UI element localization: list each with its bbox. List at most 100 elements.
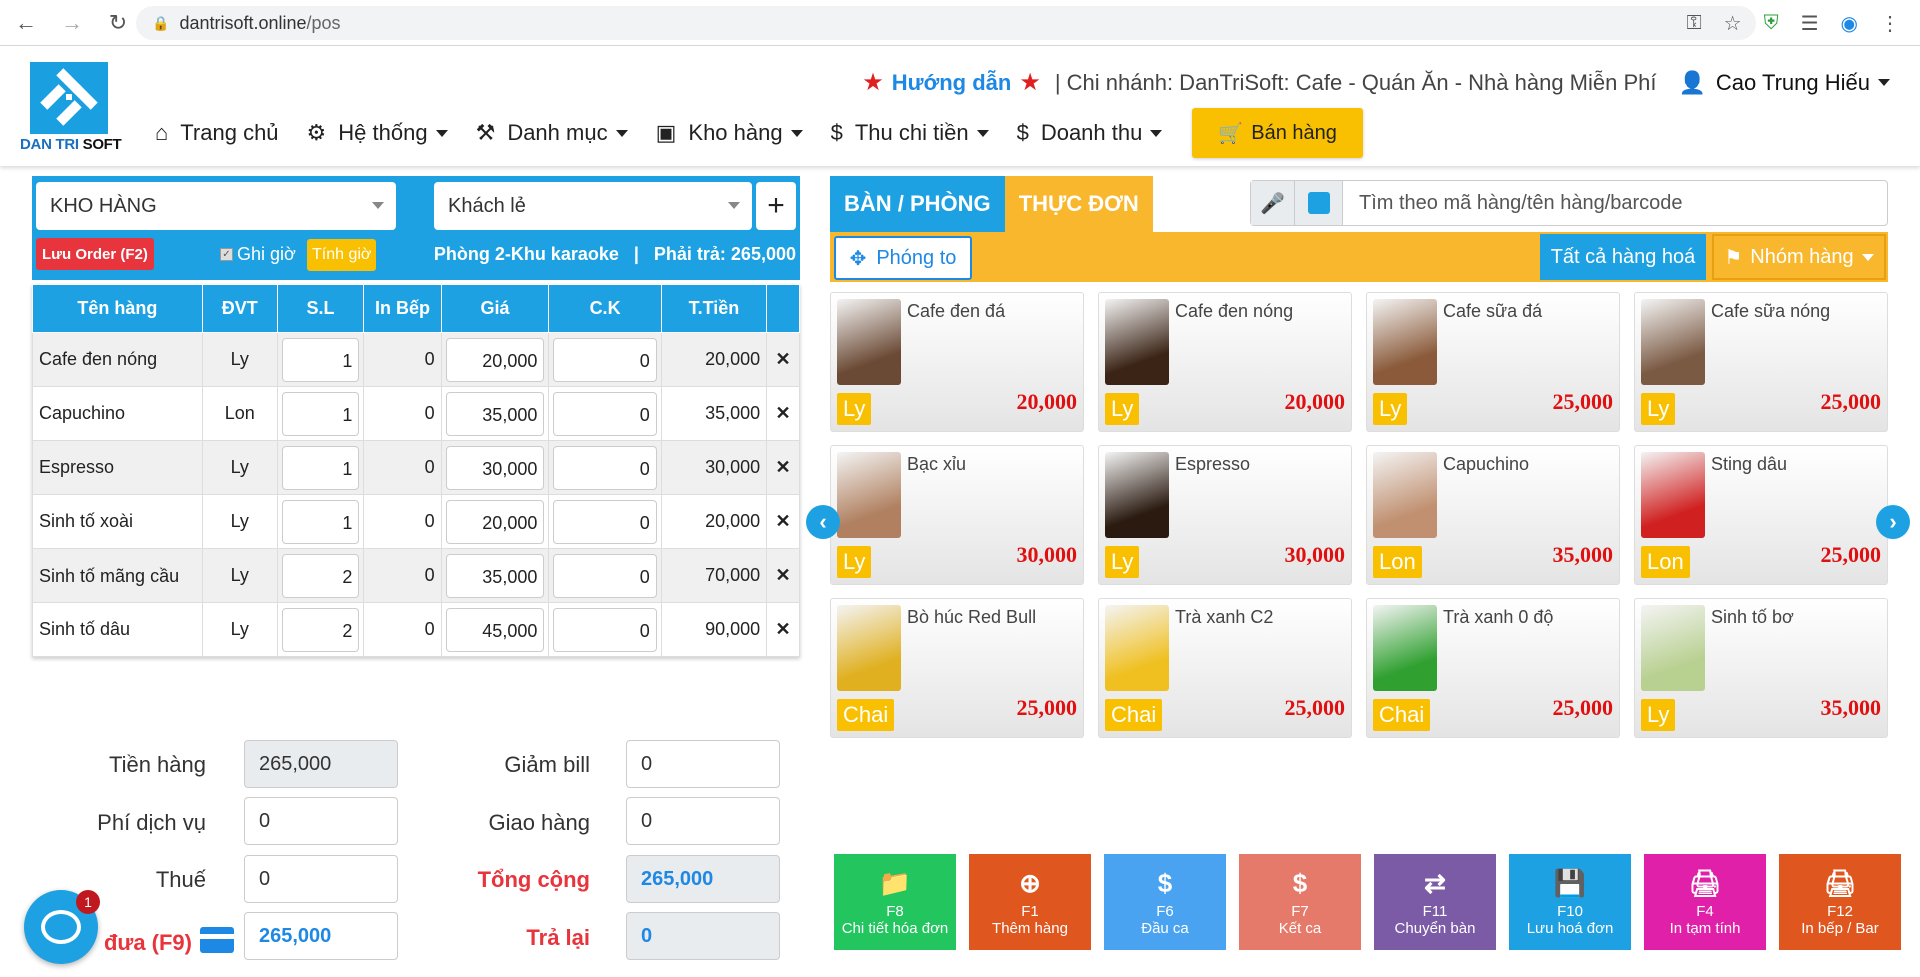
bill-discount-field[interactable]: 0: [626, 740, 780, 788]
product-name: Cafe đen đá: [907, 301, 1006, 321]
fkey-f8-button[interactable]: 📁 F8 Chi tiết hóa đơn: [834, 854, 956, 950]
bookmark-star-icon[interactable]: ☆: [1724, 11, 1742, 36]
item-kitchen: 0: [363, 494, 442, 549]
product-card[interactable]: Trà xanh 0 độ Chai 25,000: [1366, 598, 1620, 738]
qty-input[interactable]: 1: [281, 391, 360, 436]
calc-time-button[interactable]: Tính giờ: [307, 239, 377, 271]
product-card[interactable]: Bò húc Red Bull Chai 25,000: [830, 598, 1084, 738]
product-card[interactable]: Cafe sữa đá Ly 25,000: [1366, 292, 1620, 432]
delete-icon[interactable]: ✕: [766, 386, 800, 441]
tax-field[interactable]: 0: [244, 855, 398, 903]
tab-tables[interactable]: BÀN / PHÒNG: [830, 176, 1005, 232]
price-input[interactable]: 30,000: [445, 445, 545, 490]
delete-icon[interactable]: ✕: [766, 494, 800, 549]
logo[interactable]: DAN TRI SOFT: [20, 62, 122, 153]
product-card[interactable]: Cafe đen đá Ly 20,000: [830, 292, 1084, 432]
fkey-f11-button[interactable]: ⇄ F11 Chuyển bàn: [1374, 854, 1496, 950]
table-row: Sinh tố dâu Ly 2 0 45,000 0 90,000 ✕: [32, 602, 800, 657]
tab-menu[interactable]: THỰC ĐƠN: [1004, 176, 1153, 232]
key-icon[interactable]: ⚿: [1686, 12, 1701, 35]
fkey-f7-button[interactable]: $ F7 Kết ca: [1239, 854, 1361, 950]
price-input[interactable]: 45,000: [445, 607, 545, 652]
product-card[interactable]: Trà xanh C2 Chai 25,000: [1098, 598, 1352, 738]
price-input[interactable]: 35,000: [445, 553, 545, 598]
grand-total-field: 265,000: [626, 855, 780, 903]
nav-revenue[interactable]: $ Doanh thu: [1017, 120, 1163, 146]
product-grid: Cafe đen đá Ly 20,000 Cafe đen nóng Ly 20,000…: [830, 292, 1890, 740]
fkey-f12-button[interactable]: 🖨 F12 In bếp / Bar: [1779, 854, 1901, 950]
extensions-icon[interactable]: ☰: [1801, 11, 1819, 36]
item-unit: Ly: [201, 602, 278, 657]
add-customer-button[interactable]: +: [756, 182, 796, 230]
product-card[interactable]: Cafe sữa nóng Ly 25,000: [1634, 292, 1888, 432]
qty-input[interactable]: 1: [281, 337, 360, 382]
price-input[interactable]: 35,000: [445, 391, 545, 436]
all-items-button[interactable]: Tất cả hàng hoá: [1540, 234, 1706, 280]
nav-warehouse[interactable]: ▣ Kho hàng: [656, 120, 803, 146]
customer-select[interactable]: Khách lẻ: [434, 182, 752, 230]
log-time-checkbox[interactable]: ✓ Ghi giờ: [220, 244, 296, 265]
discount-input[interactable]: 0: [553, 553, 657, 598]
barcode-toggle[interactable]: [1295, 181, 1343, 225]
search-input[interactable]: Tìm theo mã hàng/tên hàng/barcode: [1343, 192, 1683, 215]
fkey-f10-button[interactable]: 💾 F10 Lưu hoá đơn: [1509, 854, 1631, 950]
prev-page-icon[interactable]: ‹: [806, 505, 840, 539]
product-card[interactable]: Espresso Ly 30,000: [1098, 445, 1352, 585]
qty-input[interactable]: 2: [281, 607, 360, 652]
nav-home[interactable]: ⌂ Trang chủ: [155, 120, 279, 146]
price-input[interactable]: 20,000: [445, 337, 545, 382]
credit-card-icon[interactable]: [200, 927, 234, 953]
branch-info: | Chi nhánh: DanTriSoft: Cafe - Quán Ăn …: [1054, 69, 1657, 95]
save-order-button[interactable]: Lưu Order (F2): [36, 238, 154, 270]
delete-icon[interactable]: ✕: [766, 548, 800, 603]
forward-icon[interactable]: →: [52, 3, 92, 43]
product-card[interactable]: Cafe đen nóng Ly 20,000: [1098, 292, 1352, 432]
tag-icon: ⚑: [1724, 246, 1743, 269]
zoom-button[interactable]: ✥ Phóng to: [834, 236, 972, 280]
shield-extension-icon[interactable]: ⛨: [1764, 12, 1779, 35]
item-unit: Ly: [201, 548, 278, 603]
discount-input[interactable]: 0: [553, 607, 657, 652]
product-group-button[interactable]: ⚑ Nhóm hàng: [1712, 234, 1886, 280]
menu-icon[interactable]: ⋮: [1880, 11, 1900, 36]
microphone-icon[interactable]: 🎤: [1251, 181, 1295, 225]
discount-input[interactable]: 0: [553, 337, 657, 382]
reload-icon[interactable]: ↻: [98, 3, 138, 43]
delete-icon[interactable]: ✕: [766, 440, 800, 495]
product-card[interactable]: Sting dâu Lon 25,000: [1634, 445, 1888, 585]
qty-input[interactable]: 2: [281, 553, 360, 598]
profile-icon[interactable]: ◉: [1841, 11, 1858, 36]
discount-input[interactable]: 0: [553, 499, 657, 544]
fkey-f6-button[interactable]: $ F6 Đầu ca: [1104, 854, 1226, 950]
product-unit: Ly: [1105, 546, 1140, 578]
back-icon[interactable]: ←: [6, 3, 46, 43]
guide-link[interactable]: Hướng dẫn: [892, 70, 1012, 96]
next-page-icon[interactable]: ›: [1876, 505, 1910, 539]
warehouse-select[interactable]: KHO HÀNG: [36, 182, 396, 230]
qty-input[interactable]: 1: [281, 499, 360, 544]
qty-input[interactable]: 1: [281, 445, 360, 490]
delete-icon[interactable]: ✕: [766, 332, 800, 387]
nav-system[interactable]: ⚙ Hệ thống: [307, 120, 448, 146]
discount-input[interactable]: 0: [553, 445, 657, 490]
fkey-f1-button[interactable]: ⊕ F1 Thêm hàng: [969, 854, 1091, 950]
nav-cashflow[interactable]: $ Thu chi tiền: [831, 120, 989, 146]
delivery-field[interactable]: 0: [626, 797, 780, 845]
delete-icon[interactable]: ✕: [766, 602, 800, 657]
product-name: Trà xanh 0 độ: [1443, 607, 1554, 627]
price-input[interactable]: 20,000: [445, 499, 545, 544]
main-nav: ⌂ Trang chủ ⚙ Hệ thống ⚒ Danh mục ▣ Kho hàng…: [155, 108, 1363, 158]
product-card[interactable]: Capuchino Lon 35,000: [1366, 445, 1620, 585]
product-card[interactable]: Sinh tố bơ Ly 35,000: [1634, 598, 1888, 738]
discount-input[interactable]: 0: [553, 391, 657, 436]
item-name: Espresso: [32, 440, 203, 495]
sell-button[interactable]: 🛒 Bán hàng: [1192, 108, 1363, 158]
user-menu[interactable]: 👤 Cao Trung Hiếu: [1679, 70, 1890, 96]
nav-catalog[interactable]: ⚒ Danh mục: [476, 120, 628, 146]
product-card[interactable]: Bạc xỉu Ly 30,000: [830, 445, 1084, 585]
dollar-icon: $: [1292, 867, 1308, 898]
fkey-f4-button[interactable]: 🖨 F4 In tạm tính: [1644, 854, 1766, 950]
service-fee-field[interactable]: 0: [244, 797, 398, 845]
address-bar[interactable]: 🔒 dantrisoft.online/pos: [136, 6, 1756, 40]
paid-field[interactable]: 265,000: [244, 912, 398, 960]
